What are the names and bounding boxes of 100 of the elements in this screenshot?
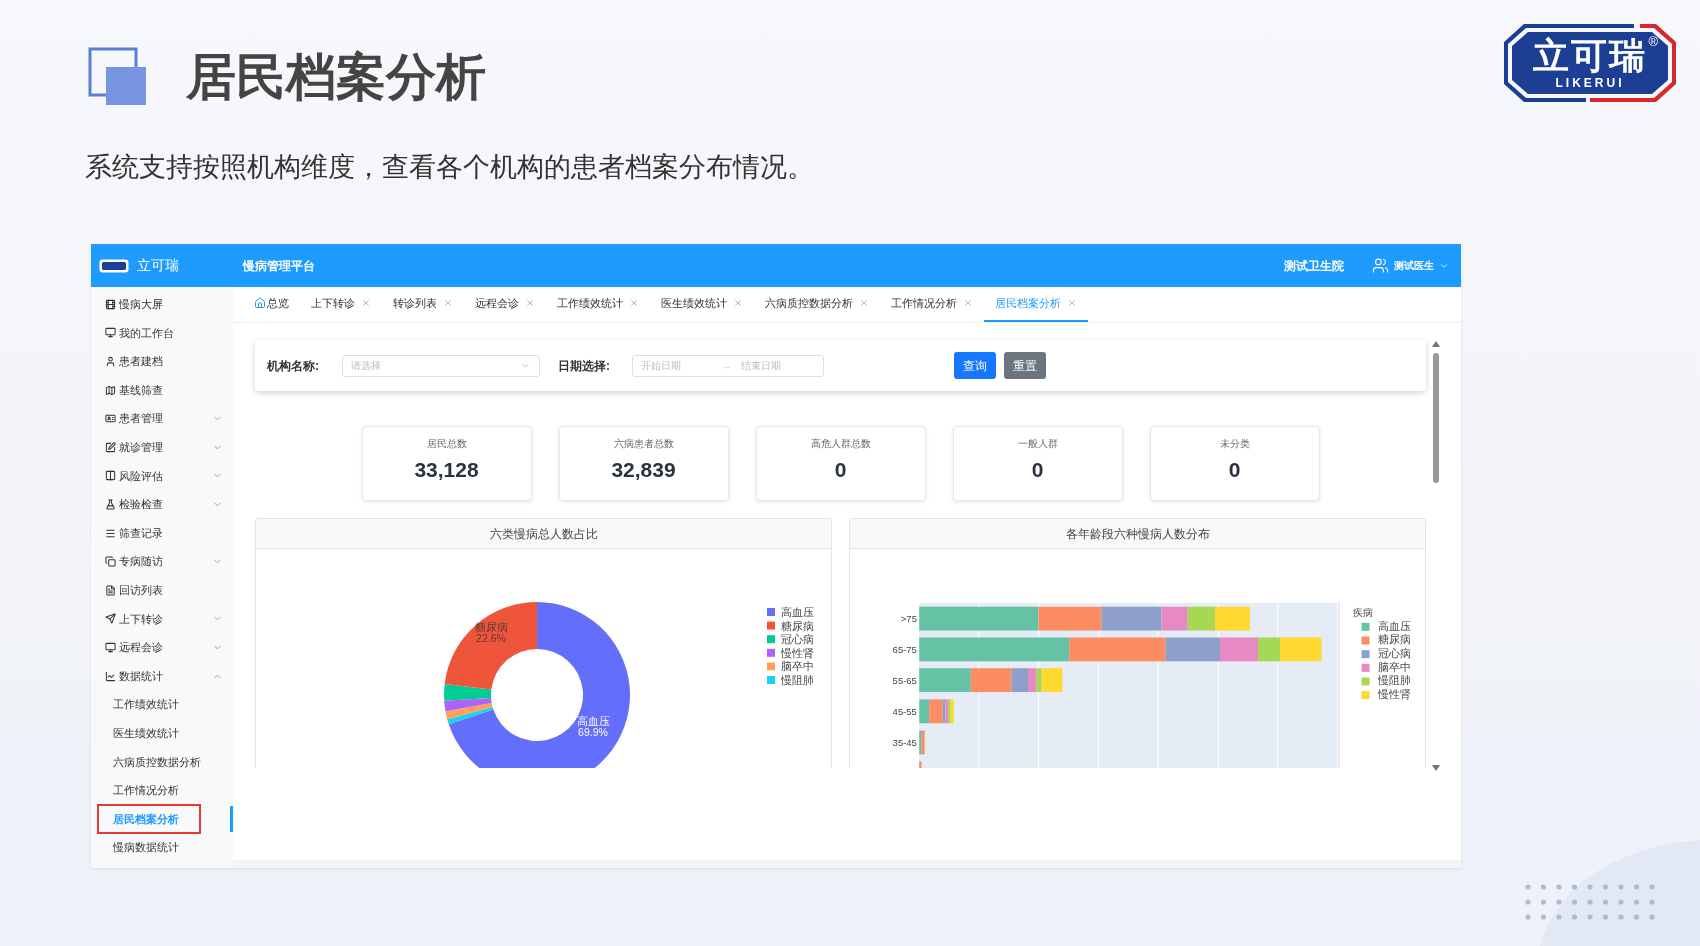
tab[interactable]: 转诊列表: [382, 286, 464, 322]
film-icon: [105, 298, 116, 310]
panel-title: 各年龄段六种慢病人数分布: [1065, 525, 1210, 543]
brand-name: 立可瑞: [137, 256, 179, 275]
stat-value: 32,839: [611, 457, 676, 483]
registered-mark: ®: [1648, 35, 1658, 49]
slice-label: 糖尿病 22.6%: [474, 621, 508, 644]
sidebar-item[interactable]: 就诊管理: [91, 432, 233, 462]
bar-segment: [919, 761, 922, 768]
stat-value: 33,128: [414, 457, 479, 483]
monitor-icon: [105, 327, 116, 339]
close-icon[interactable]: [859, 298, 869, 308]
sidebar-item[interactable]: 回访列表: [91, 575, 233, 605]
tab[interactable]: 六病质控数据分析: [754, 286, 880, 322]
tab[interactable]: 上下转诊: [300, 286, 382, 322]
send-icon: [105, 613, 116, 625]
map-icon: [105, 384, 116, 396]
close-icon[interactable]: [361, 298, 371, 308]
slice-label: 高血压 69.9%: [576, 715, 610, 738]
title-icon: [88, 47, 148, 107]
stat-value: 0: [1228, 457, 1241, 483]
slide-subtitle: 系统支持按照机构维度，查看各个机构的患者档案分布情况。: [85, 151, 814, 183]
legend-label: 糖尿病: [1377, 633, 1411, 646]
axis-label: 45-55: [892, 705, 917, 717]
sidebar-item[interactable]: 慢病大屏: [91, 290, 233, 319]
id-card-icon: [105, 413, 116, 425]
platform-title: 慢病管理平台: [243, 257, 315, 275]
submenu-item[interactable]: 工作情况分析: [97, 775, 201, 806]
field-label: 机构名称:: [267, 357, 320, 375]
user-icon: [105, 356, 116, 367]
stat-value: 0: [834, 457, 847, 483]
submenu-item[interactable]: 医生绩效统计: [97, 717, 201, 749]
scrollbar[interactable]: [1430, 339, 1442, 773]
bar-segment: [919, 668, 971, 693]
legend-label: 冠心病: [1377, 647, 1411, 660]
axis-label: 65-75: [892, 643, 917, 655]
sidebar-item[interactable]: 基线筛查: [91, 375, 233, 405]
sidebar-item[interactable]: 风险评估: [91, 461, 233, 491]
sidebar-item[interactable]: 筛查记录: [91, 518, 233, 548]
pen-square-icon: [105, 441, 116, 453]
legend-label: 糖尿病: [781, 619, 814, 632]
logo-icon: [99, 258, 129, 273]
active-indicator: [230, 806, 233, 832]
bar-segment: [1215, 606, 1250, 631]
reset-button[interactable]: 重置: [1004, 352, 1046, 379]
close-icon[interactable]: [733, 298, 743, 308]
tab[interactable]: 工作情况分析: [880, 286, 984, 322]
close-icon[interactable]: [1067, 298, 1077, 308]
sidebar-item[interactable]: 远程会诊: [91, 633, 233, 662]
stat-value: 0: [1031, 457, 1044, 483]
legend-label: 脑卒中: [781, 660, 814, 673]
columns-icon: [105, 470, 116, 482]
legend-label: 脑卒中: [1377, 660, 1411, 673]
legend-label: 慢性肾: [781, 646, 814, 659]
flask-icon: [105, 498, 116, 510]
sidebar-item[interactable]: 上下转诊: [91, 604, 233, 634]
users-icon: [1372, 257, 1389, 274]
sidebar-item[interactable]: 患者建档: [91, 347, 233, 376]
field-label: 日期选择:: [558, 357, 611, 375]
tab[interactable]: 远程会诊: [464, 286, 546, 322]
legend-title: 疾病: [1353, 606, 1374, 618]
close-icon[interactable]: [963, 298, 973, 308]
legend-label: 冠心病: [781, 633, 814, 646]
sidebar-item[interactable]: 数据统计: [91, 661, 233, 691]
stat-label: 六病患者总数: [613, 437, 674, 451]
panel-title: 六类慢病总人数占比: [489, 525, 598, 543]
query-button[interactable]: 查询: [954, 352, 996, 379]
organization-name: 测试卫生院: [1284, 257, 1344, 275]
logo-text: 立可瑞: [1533, 36, 1647, 76]
legend-label: 慢阻肺: [781, 674, 814, 686]
stat-label: 未分类: [1219, 437, 1250, 451]
submenu-item[interactable]: 工作绩效统计: [97, 689, 201, 720]
close-icon[interactable]: [525, 298, 535, 308]
stat-label: 高危人群总数: [810, 437, 871, 451]
sidebar-item[interactable]: 我的工作台: [91, 318, 233, 348]
home-icon: [254, 297, 266, 309]
legend-label: 慢阻肺: [1377, 674, 1411, 687]
axis-label: 55-65: [892, 674, 917, 686]
tab[interactable]: 医生绩效统计: [650, 286, 754, 322]
slide-title: 居民档案分析: [186, 48, 486, 107]
sidebar-item[interactable]: 患者管理: [91, 404, 233, 433]
tab[interactable]: 工作绩效统计: [546, 286, 650, 322]
legend-label: 高血压: [781, 606, 814, 618]
tab[interactable]: 总览: [243, 286, 300, 322]
logo-subtext: LIKERUI: [1555, 76, 1625, 90]
legend-label: 高血压: [1377, 619, 1411, 632]
axis-label: 35-45: [892, 736, 917, 748]
close-icon[interactable]: [443, 298, 453, 308]
chart-line-icon: [105, 670, 116, 682]
stat-label: 居民总数: [426, 437, 467, 451]
sidebar-item[interactable]: 专病随访: [91, 547, 233, 576]
sidebar-item[interactable]: 检验检查: [91, 490, 233, 519]
submenu-item[interactable]: 慢病数据统计: [97, 832, 201, 863]
bar-segment: [919, 699, 930, 724]
submenu-item[interactable]: 六病质控数据分析: [97, 746, 223, 778]
monitor-icon: [105, 641, 116, 653]
axis-label: >75: [900, 613, 917, 625]
close-icon[interactable]: [629, 298, 639, 308]
stat-label: 一般人群: [1017, 437, 1058, 451]
list-icon: [105, 527, 116, 539]
